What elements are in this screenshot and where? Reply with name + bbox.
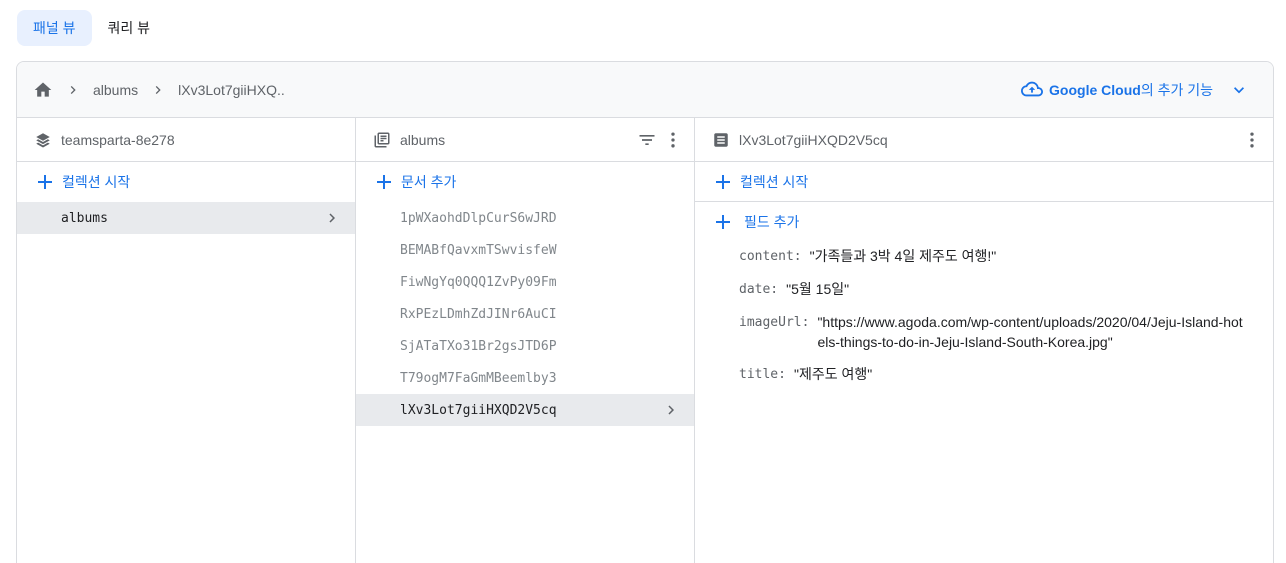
field-value: "제주도 여행" (793, 366, 873, 382)
field-value: "https://www.agoda.com/wp-content/upload… (817, 314, 1243, 350)
start-collection-label: 컬렉션 시작 (62, 174, 131, 190)
collection-item-albums[interactable]: albums (17, 202, 355, 234)
document-id: FiwNgYq0QQQ1ZvPy09Fm (400, 274, 557, 290)
start-collection-button[interactable]: 컬렉션 시작 (17, 162, 355, 202)
more-vert-icon[interactable] (1241, 129, 1263, 151)
collection-panel-header: albums (356, 118, 694, 162)
document-actions (1241, 118, 1263, 162)
add-document-button[interactable]: 문서 추가 (356, 162, 694, 202)
field-key: content: (739, 249, 802, 264)
document-id: RxPEzLDmhZdJINr6AuCI (400, 306, 557, 322)
document-item[interactable]: T79ogM7FaGmMBeemlby3 (356, 362, 694, 394)
document-item[interactable]: BEMABfQavxmTSwvisfeW (356, 234, 694, 266)
document-item[interactable]: RxPEzLDmhZdJINr6AuCI (356, 298, 694, 330)
chevron-down-icon (1229, 80, 1249, 100)
field-key: title: (739, 367, 786, 382)
document-id: SjATaTXo31Br2gsJTD6P (400, 338, 557, 354)
project-title: teamsparta-8e278 (61, 131, 175, 148)
root-panel-header: teamsparta-8e278 (17, 118, 355, 162)
plus-icon (36, 173, 54, 191)
collection-title: albums (400, 131, 446, 148)
panels: teamsparta-8e278 컬렉션 시작 albums albums 문서… (17, 118, 1273, 563)
field-row[interactable]: content: "가족들과 3박 4일 제주도 여행!" (739, 246, 1273, 267)
view-tabs: 패널 뷰 쿼리 뷰 (17, 10, 166, 46)
database-icon (33, 130, 53, 150)
document-id: 1pWXaohdDlpCurS6wJRD (400, 210, 557, 226)
add-field-button[interactable]: 필드 추가 (695, 202, 1273, 242)
breadcrumb: albums lXv3Lot7giiHXQ.. (33, 80, 285, 100)
start-subcollection-button[interactable]: 컬렉션 시작 (695, 162, 1273, 202)
document-item-selected[interactable]: lXv3Lot7giiHXQD2V5cq (356, 394, 694, 426)
tab-query-view[interactable]: 쿼리 뷰 (92, 10, 167, 46)
add-field-label: 필드 추가 (744, 214, 800, 230)
more-vert-icon[interactable] (662, 129, 684, 151)
chevron-right-icon (323, 202, 341, 234)
tab-panel-view[interactable]: 패널 뷰 (17, 10, 92, 46)
collection-actions (636, 118, 684, 162)
document-id: T79ogM7FaGmMBeemlby3 (400, 370, 557, 386)
home-icon[interactable] (33, 80, 53, 100)
collection-item-label: albums (61, 210, 108, 226)
field-key: date: (739, 282, 779, 297)
add-document-label: 문서 추가 (401, 174, 457, 190)
breadcrumb-document[interactable]: lXv3Lot7giiHXQ.. (178, 82, 285, 98)
filter-icon[interactable] (636, 129, 658, 151)
field-row[interactable]: title: "제주도 여행" (739, 364, 1273, 385)
field-value: "5월 15일" (786, 281, 850, 297)
root-panel: teamsparta-8e278 컬렉션 시작 albums (17, 118, 356, 563)
document-panel-header: lXv3Lot7giiHXQD2V5cq (695, 118, 1273, 162)
plus-icon (714, 173, 732, 191)
chevron-right-icon (146, 80, 170, 100)
breadcrumb-albums[interactable]: albums (93, 82, 138, 98)
chevron-right-icon (662, 394, 680, 426)
document-id: BEMABfQavxmTSwvisfeW (400, 242, 557, 258)
firestore-data-card: albums lXv3Lot7giiHXQ.. Google Cloud의 추가… (16, 61, 1274, 563)
document-title: lXv3Lot7giiHXQD2V5cq (739, 131, 888, 148)
chevron-right-icon (61, 80, 85, 100)
field-row[interactable]: date: "5월 15일" (739, 279, 1273, 300)
plus-icon (375, 173, 393, 191)
document-icon (711, 130, 731, 150)
field-key: imageUrl: (739, 315, 810, 330)
field-value: "가족들과 3박 4일 제주도 여행!" (809, 248, 997, 264)
google-cloud-extras-button[interactable]: Google Cloud의 추가 기능 (1021, 62, 1249, 118)
document-item[interactable]: SjATaTXo31Br2gsJTD6P (356, 330, 694, 362)
google-cloud-suffix: 의 추가 기능 (1140, 82, 1213, 98)
plus-icon (714, 213, 732, 231)
google-cloud-brand: Google Cloud (1049, 82, 1141, 98)
start-subcollection-label: 컬렉션 시작 (740, 173, 809, 190)
document-item[interactable]: 1pWXaohdDlpCurS6wJRD (356, 202, 694, 234)
field-list: content: "가족들과 3박 4일 제주도 여행!" date: "5월 … (695, 242, 1273, 385)
card-header: albums lXv3Lot7giiHXQ.. Google Cloud의 추가… (17, 62, 1273, 118)
collection-panel: albums 문서 추가 1pWXaohdDlpCurS6wJRD BEMABf… (356, 118, 695, 563)
document-id: lXv3Lot7giiHXQD2V5cq (400, 402, 557, 418)
cloud-icon (1021, 78, 1044, 103)
document-panel: lXv3Lot7giiHXQD2V5cq 컬렉션 시작 필드 추가 conten… (695, 118, 1273, 563)
document-item[interactable]: FiwNgYq0QQQ1ZvPy09Fm (356, 266, 694, 298)
field-row[interactable]: imageUrl: "https://www.agoda.com/wp-cont… (739, 312, 1273, 352)
google-cloud-label: Google Cloud의 추가 기능 (1049, 80, 1213, 100)
collection-icon (372, 130, 392, 150)
